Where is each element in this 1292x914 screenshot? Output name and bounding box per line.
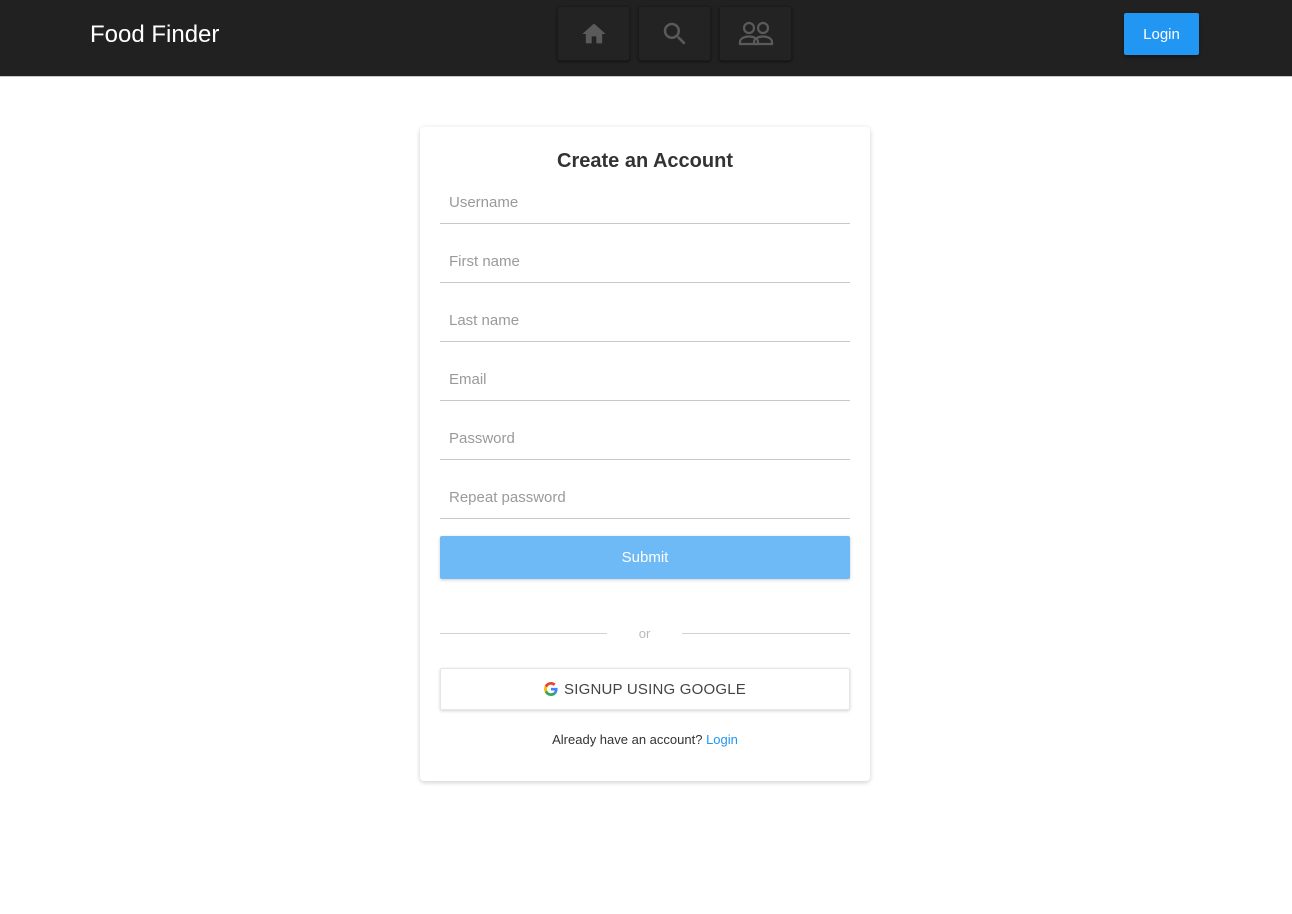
first-name-field[interactable] (440, 241, 850, 283)
google-signup-button[interactable]: SIGNUP USING GOOGLE (440, 668, 850, 710)
submit-button[interactable]: Submit (440, 536, 850, 579)
people-icon (738, 21, 773, 45)
top-navbar: Food Finder Login (0, 0, 1292, 77)
signup-card: Create an Account Submit or SIGNUP USING… (420, 127, 870, 781)
login-button[interactable]: Login (1124, 13, 1199, 55)
login-prompt: Already have an account? Login (420, 732, 870, 747)
password-field[interactable] (440, 418, 850, 460)
repeat-password-input[interactable] (440, 477, 850, 518)
divider-right (682, 633, 850, 634)
login-prompt-text: Already have an account? (552, 732, 703, 747)
people-button[interactable] (719, 6, 792, 61)
search-button[interactable] (638, 6, 711, 61)
search-icon (663, 22, 686, 45)
home-icon (581, 23, 606, 43)
divider-text: or (638, 626, 651, 641)
google-signup-label: SIGNUP USING GOOGLE (564, 680, 746, 698)
brand-title[interactable]: Food Finder (90, 20, 219, 50)
username-input[interactable] (440, 182, 850, 223)
home-button[interactable] (557, 6, 630, 61)
email-field[interactable] (440, 359, 850, 401)
google-icon (544, 682, 558, 696)
username-field[interactable] (440, 182, 850, 224)
login-link[interactable]: Login (706, 732, 738, 747)
divider-left (440, 633, 607, 634)
email-input[interactable] (440, 359, 850, 400)
password-input[interactable] (440, 418, 850, 459)
form-title: Create an Account (557, 150, 733, 172)
nav-icon-group (557, 6, 792, 61)
last-name-input[interactable] (440, 300, 850, 341)
repeat-password-field[interactable] (440, 477, 850, 519)
first-name-input[interactable] (440, 241, 850, 282)
last-name-field[interactable] (440, 300, 850, 342)
